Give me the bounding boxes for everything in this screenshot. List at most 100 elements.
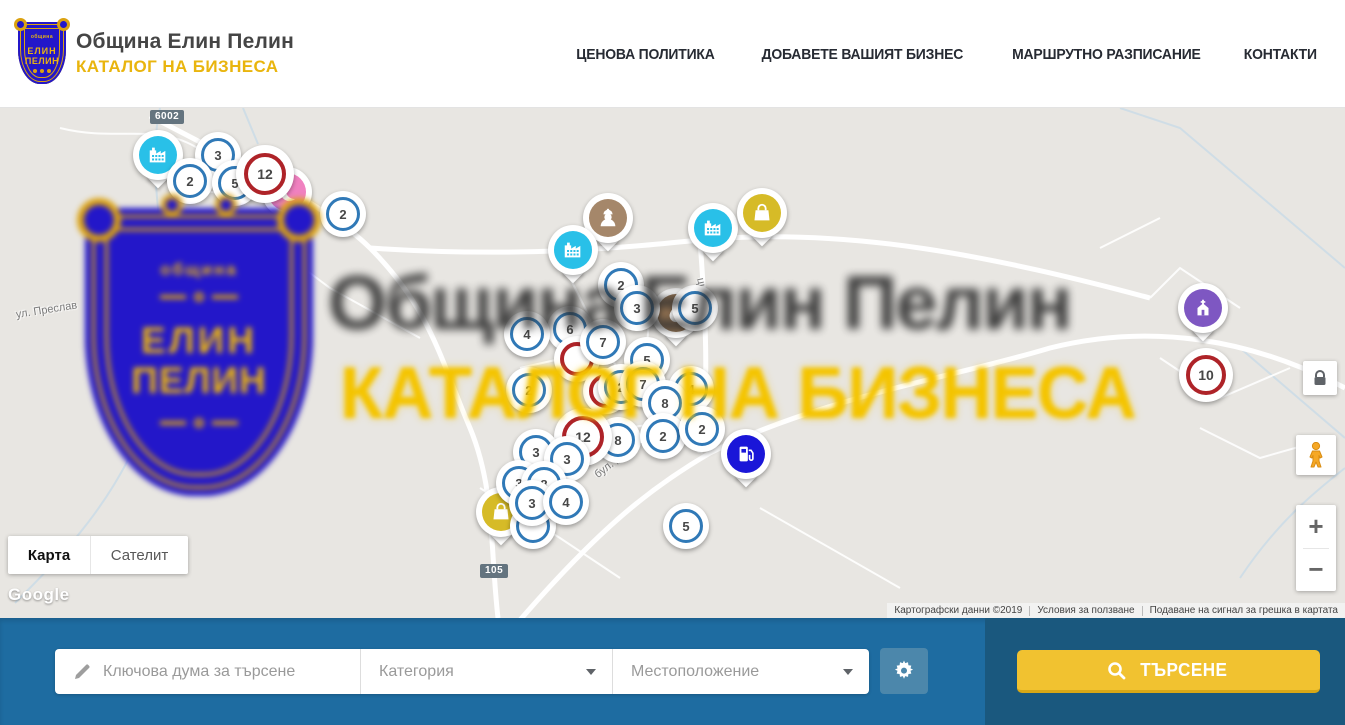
bag-icon [743,194,781,232]
markers-layer: 32512225364752274881222333834510 [0,108,1345,618]
cluster-ring: 3 [620,291,654,325]
cluster-ring: 5 [669,509,703,543]
factory-icon [554,231,592,269]
cluster-ring: 10 [1186,355,1226,395]
category-select[interactable]: Категория [360,649,612,694]
advanced-search-button[interactable] [880,648,928,694]
zoom-out-button[interactable]: − [1296,549,1336,592]
attribution-copyright: Картографски данни ©2019 [887,605,1029,616]
category-select-label: Категория [379,663,454,681]
header: община ЕЛИН ПЕЛИН Община Елин Пелин КАТА… [0,0,1345,108]
cluster-count: 3 [633,301,640,316]
map-cluster-marker[interactable]: 12 [236,145,294,203]
map-cluster-marker[interactable]: 7 [580,319,626,365]
cluster-ring: 2 [685,412,719,446]
pegman-icon [1308,442,1324,468]
pencil-icon [73,663,91,681]
map-cluster-marker[interactable]: 4 [504,311,550,357]
gear-icon [892,659,916,683]
cluster-count: 8 [614,433,621,448]
cluster-count: 2 [186,174,193,189]
cluster-ring: 5 [678,291,712,325]
cluster-count: 3 [528,496,535,511]
map-pin-marker-fuel[interactable] [721,429,771,479]
cluster-ring: 4 [510,317,544,351]
nav-item-contacts[interactable]: КОНТАКТИ [1244,46,1317,63]
attribution-terms-link[interactable]: Условия за ползване [1030,605,1141,616]
cluster-count: 2 [659,429,666,444]
cluster-ring: 7 [586,325,620,359]
page: община ЕЛИН ПЕЛИН Община Елин Пелин КАТА… [0,0,1345,725]
site-subtitle: КАТАЛОГ НА БИЗНЕСА [76,57,294,77]
search-submit-button[interactable]: ТЪРСЕНЕ [1017,650,1320,693]
cluster-ring: 12 [244,153,287,196]
location-select[interactable]: Местоположение [612,649,869,694]
cluster-count: 5 [691,301,698,316]
google-logo[interactable]: Google [8,585,70,605]
nav-item-bus-schedule[interactable]: МАРШРУТНО РАЗПИСАНИЕ [1012,46,1201,63]
logo-curl-icon [57,18,70,31]
logo-text-obshtina: община [18,34,66,40]
cluster-count: 4 [523,327,530,342]
brand[interactable]: община ЕЛИН ПЕЛИН Община Елин Пелин КАТА… [18,22,294,84]
cluster-count: 3 [214,148,221,163]
cluster-count: 4 [562,495,569,510]
lock-button[interactable] [1303,361,1337,395]
logo-text-elin: ЕЛИН [18,46,66,56]
map-cluster-marker[interactable]: 3 [614,285,660,331]
map-type-control: Карта Сателит [8,536,188,574]
cluster-ring: 2 [173,164,207,198]
search-button-label: ТЪРСЕНЕ [1140,660,1227,681]
map-cluster-marker[interactable]: 10 [1179,348,1233,402]
map-type-map-button[interactable]: Карта [8,536,90,574]
cluster-count: 8 [661,396,668,411]
magnifier-icon [1107,661,1126,680]
cluster-count: 3 [532,445,539,460]
cluster-ring: 4 [549,485,583,519]
map-cluster-marker[interactable]: 2 [506,367,552,413]
nav-item-pricing[interactable]: ЦЕНОВА ПОЛИТИКА [576,46,714,63]
cluster-count: 7 [599,335,606,350]
map-cluster-marker[interactable]: 5 [672,285,718,331]
map-attribution: Картографски данни ©2019 Условия за полз… [887,603,1345,618]
map-cluster-marker[interactable]: 5 [663,503,709,549]
site-title: Община Елин Пелин [76,30,294,54]
cluster-count: 3 [563,452,570,467]
cluster-count: 2 [339,207,346,222]
attribution-report-error-link[interactable]: Подаване на сигнал за грешка в картата [1143,605,1345,616]
map-cluster-marker[interactable]: 2 [320,191,366,237]
brand-text: Община Елин Пелин КАТАЛОГ НА БИЗНЕСА [76,30,294,77]
map-cluster-marker[interactable]: 2 [679,406,725,452]
cluster-ring: 2 [326,197,360,231]
map-pin-marker-factory[interactable] [548,225,598,275]
cluster-count: 4 [687,382,694,397]
zoom-in-button[interactable]: + [1296,505,1336,548]
factory-icon [694,209,732,247]
search-input[interactable] [103,663,360,681]
cluster-count: 10 [1198,367,1214,383]
cluster-ring: 2 [646,419,680,453]
chevron-down-icon [843,669,853,675]
fuel-icon [727,435,765,473]
map-cluster-marker[interactable]: 2 [167,158,213,204]
map-type-satellite-button[interactable]: Сателит [90,536,188,574]
cluster-count: 2 [525,383,532,398]
map-pin-marker-factory[interactable] [688,203,738,253]
map-pin-marker-bag[interactable] [737,188,787,238]
main-nav: ЦЕНОВА ПОЛИТИКА ДОБАВЕТЕ ВАШИЯТ БИЗНЕС М… [571,0,1320,108]
keyword-field[interactable] [55,649,360,694]
padlock-icon [1313,370,1327,386]
logo-curl-icon [14,18,27,31]
map-canvas[interactable]: ул. Преславбул. „Новоселции"6002105 3251… [0,108,1345,618]
church-icon [1184,289,1222,327]
cluster-ring: 2 [512,373,546,407]
map-cluster-marker[interactable]: 4 [543,479,589,525]
map-pin-marker-church[interactable] [1178,283,1228,333]
search-bar: Категория Местоположение ТЪРСЕНЕ [0,618,1345,725]
cluster-count: 5 [682,519,689,534]
municipality-coat-of-arms-logo: община ЕЛИН ПЕЛИН [18,22,66,84]
nav-item-add-business[interactable]: ДОБАВЕТЕ ВАШИЯТ БИЗНЕС [762,46,964,63]
logo-text-pelin: ПЕЛИН [18,56,66,66]
street-view-pegman-button[interactable] [1296,435,1336,475]
zoom-control: + − [1296,505,1336,591]
